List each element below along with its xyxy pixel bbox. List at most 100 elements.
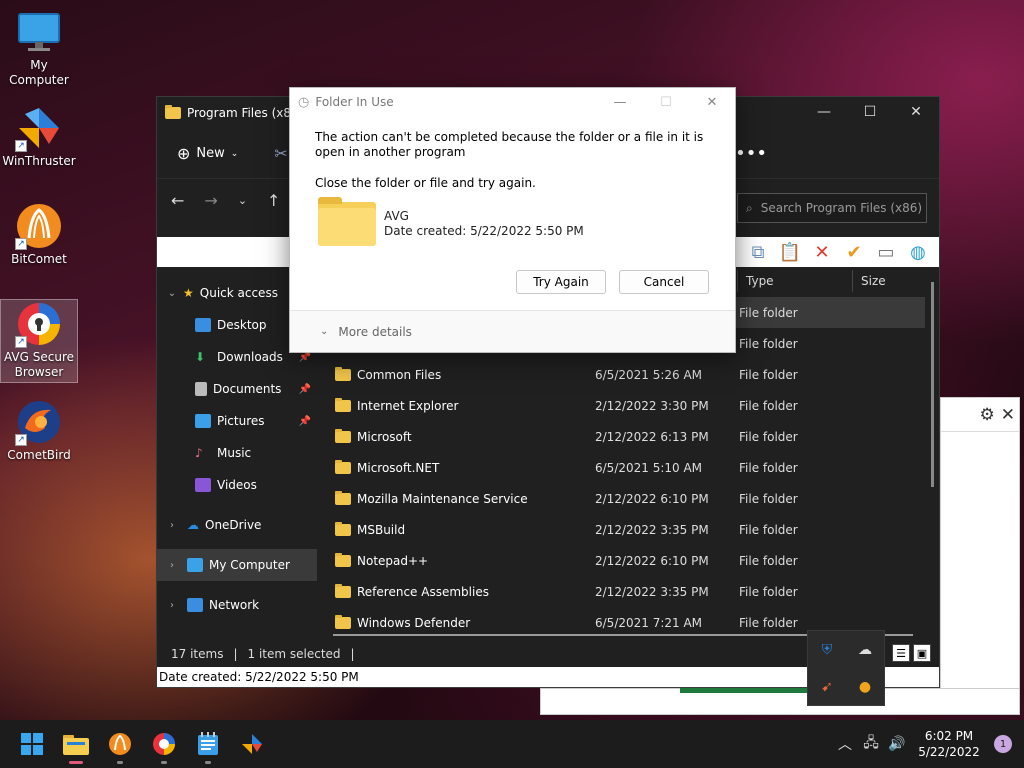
column-size[interactable]: Size: [861, 274, 886, 288]
table-row[interactable]: Internet Explorer 2/12/2022 3:30 PM File…: [333, 390, 925, 421]
row-type: File folder: [739, 553, 798, 568]
taskbar-bitcomet[interactable]: [98, 722, 142, 766]
taskbar-winthruster[interactable]: [230, 722, 274, 766]
clock-time: 6:02 PM: [924, 729, 974, 743]
progress-strip: [680, 688, 810, 693]
windows-logo-icon: [21, 733, 43, 755]
chevron-right-icon[interactable]: ›: [165, 600, 179, 611]
clock[interactable]: 6:02 PM 5/22/2022: [910, 728, 988, 760]
nav-item-onedrive[interactable]: › ☁ OneDrive: [157, 509, 317, 541]
details-view-icon[interactable]: ☰: [892, 644, 910, 662]
row-name-cell: Common Files: [333, 366, 595, 382]
nav-item-my-computer[interactable]: › My Computer: [157, 549, 317, 581]
status-divider: |: [350, 647, 355, 661]
nav-item-music[interactable]: ♪ Music: [157, 437, 317, 469]
check-icon[interactable]: ✔: [841, 241, 867, 263]
dialog-message: The action can't be completed because th…: [315, 130, 704, 159]
bitcomet-tray-icon[interactable]: ●: [859, 679, 871, 695]
running-indicator: [117, 761, 123, 764]
rename-icon[interactable]: ▭: [873, 241, 899, 263]
new-button[interactable]: ⊕ New ⌄: [177, 144, 238, 163]
clock-date: 5/22/2022: [918, 745, 980, 759]
nav-item-pictures[interactable]: Pictures 📌: [157, 405, 317, 437]
nav-item-label: Music: [217, 446, 252, 460]
volume-icon[interactable]: 🔊: [884, 736, 910, 752]
desktop-icon-my-computer[interactable]: My Computer: [0, 8, 78, 87]
notification-badge[interactable]: 1: [994, 735, 1012, 753]
search-input[interactable]: ⌕ Search Program Files (x86): [737, 193, 927, 223]
network-icon[interactable]: 🖧: [858, 732, 884, 756]
nav-item-label: Network: [209, 598, 260, 612]
nav-item-label: Downloads: [217, 350, 283, 364]
chevron-right-icon[interactable]: ›: [165, 520, 179, 531]
taskbar-notepad[interactable]: [186, 722, 230, 766]
folder-in-use-dialog: ◷ Folder In Use — ☐ ✕ The action can't b…: [289, 87, 736, 353]
row-type: File folder: [739, 367, 798, 382]
desktop-icon-bitcomet[interactable]: ↗ BitComet: [0, 202, 78, 272]
start-button[interactable]: [10, 722, 54, 766]
maximize-button[interactable]: ☐: [847, 97, 893, 127]
column-type[interactable]: Type: [746, 274, 852, 288]
winthruster-tray-icon[interactable]: ➹: [821, 679, 833, 695]
table-row[interactable]: Common Files 6/5/2021 5:26 AM File folde…: [333, 359, 925, 390]
taskbar-file-explorer[interactable]: [54, 722, 98, 766]
chevron-down-icon[interactable]: ⌄: [165, 288, 179, 299]
taskbar-avg-browser[interactable]: [142, 722, 186, 766]
row-name: Windows Defender: [357, 615, 471, 630]
document-icon: [195, 382, 207, 396]
more-details-toggle[interactable]: ⌄ More details: [290, 310, 735, 352]
globe-icon[interactable]: ◍: [905, 241, 931, 263]
desktop-icon-winthruster[interactable]: ↗ WinThruster: [0, 104, 78, 174]
table-row[interactable]: Microsoft 2/12/2022 6:13 PM File folder: [333, 421, 925, 452]
table-row[interactable]: Microsoft.NET 6/5/2021 5:10 AM File fold…: [333, 452, 925, 483]
shortcut-arrow-icon: ↗: [15, 238, 27, 250]
chevron-up-icon[interactable]: ︿: [832, 734, 858, 754]
delete-x-icon[interactable]: ✕: [809, 241, 835, 263]
folder-icon: [335, 366, 351, 381]
desktop-icon-cometbird[interactable]: ↗ CometBird: [0, 398, 78, 468]
shield-warning-icon[interactable]: ⛨: [822, 642, 833, 658]
desktop-folder-icon: [195, 318, 211, 332]
row-name: Microsoft.NET: [357, 460, 440, 475]
nav-item-network[interactable]: › Network: [157, 589, 317, 621]
table-row[interactable]: Reference Assemblies 2/12/2022 3:35 PM F…: [333, 576, 925, 607]
nav-item-videos[interactable]: Videos: [157, 469, 317, 501]
cancel-button[interactable]: Cancel: [619, 270, 709, 294]
column-header: Type Size: [737, 267, 937, 295]
dialog-instruction: Close the folder or file and try again.: [315, 176, 536, 190]
winthruster-icon: ↗: [15, 104, 63, 152]
recent-chevron-icon[interactable]: ⌄: [238, 194, 247, 207]
row-name-cell: Reference Assemblies: [333, 583, 595, 599]
cut-icon[interactable]: ✂: [274, 144, 287, 163]
back-arrow-icon[interactable]: ←: [171, 191, 184, 210]
nav-item-documents[interactable]: Documents 📌: [157, 373, 317, 405]
table-row[interactable]: MSBuild 2/12/2022 3:35 PM File folder: [333, 514, 925, 545]
forward-arrow-icon[interactable]: →: [204, 191, 217, 210]
table-row[interactable]: Notepad++ 2/12/2022 6:10 PM File folder: [333, 545, 925, 576]
gear-icon[interactable]: ⚙: [980, 405, 995, 425]
up-arrow-icon[interactable]: ↑: [267, 191, 280, 210]
vertical-scrollbar[interactable]: [931, 282, 934, 487]
chevron-right-icon[interactable]: ›: [165, 560, 179, 571]
onedrive-off-icon[interactable]: ☁: [858, 642, 872, 658]
cloud-icon: ☁: [187, 518, 199, 532]
see-more-icon[interactable]: •••: [735, 143, 767, 164]
copy-icon[interactable]: ⧉: [745, 241, 771, 263]
close-button[interactable]: ✕: [689, 88, 735, 116]
row-name: Common Files: [357, 367, 442, 382]
close-icon[interactable]: ✕: [1001, 405, 1015, 425]
clipboard-icon[interactable]: 📋: [777, 241, 803, 263]
desktop-icon-label: BitComet: [11, 252, 67, 266]
bitcomet-icon: [109, 733, 131, 755]
folder-icon: [335, 583, 351, 598]
table-row[interactable]: Mozilla Maintenance Service 2/12/2022 6:…: [333, 483, 925, 514]
close-button[interactable]: ✕: [893, 97, 939, 127]
tiles-view-icon[interactable]: ▣: [913, 644, 931, 662]
try-again-button[interactable]: Try Again: [516, 270, 606, 294]
minimize-button[interactable]: —: [801, 97, 847, 127]
minimize-button[interactable]: —: [597, 88, 643, 116]
desktop-icon-avg-secure-browser[interactable]: ↗ AVG Secure Browser: [0, 299, 78, 383]
network-icon: [187, 598, 203, 612]
winthruster-icon: [242, 734, 262, 754]
explorer-title: Program Files (x86): [187, 106, 304, 120]
